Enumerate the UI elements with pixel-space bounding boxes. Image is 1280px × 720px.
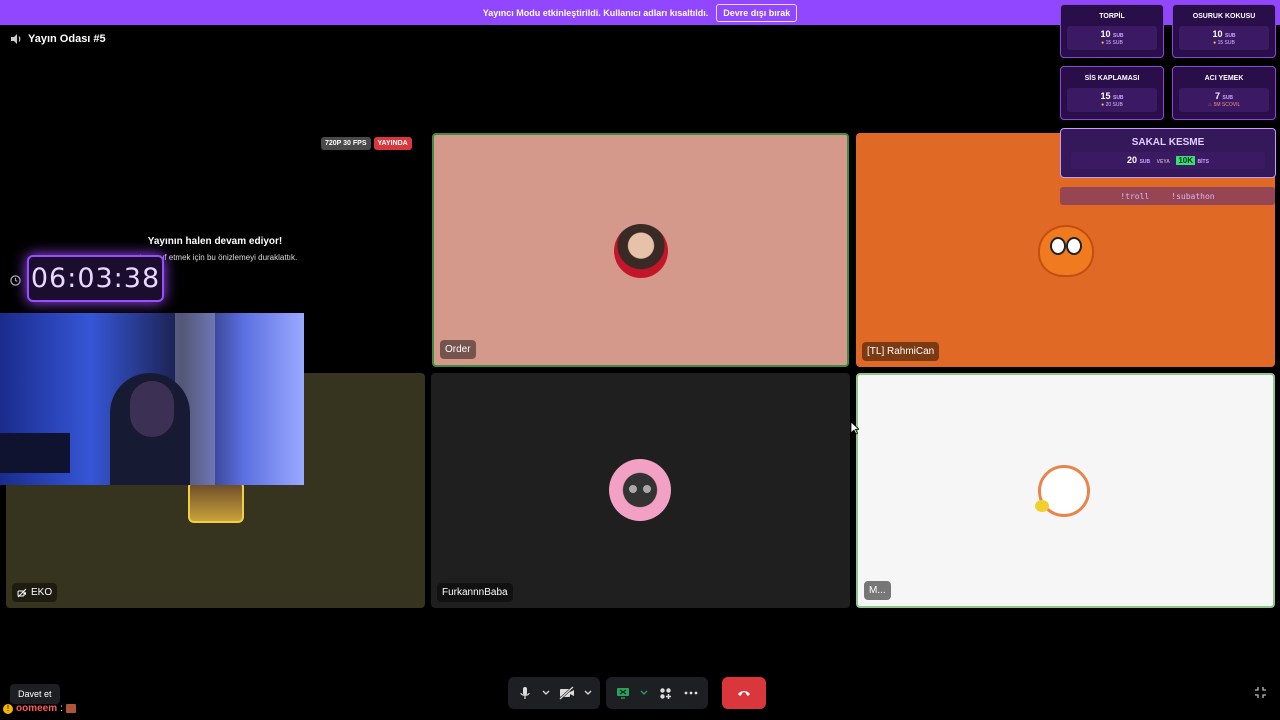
participant-name: EKO <box>12 583 58 602</box>
hang-up-icon <box>738 691 750 696</box>
reward-or: VEYA <box>1156 159 1170 165</box>
command-subathon: !subathon <box>1171 191 1215 201</box>
disable-streamer-mode-button[interactable]: Devre dışı bırak <box>716 3 798 22</box>
participant-tile-furkannnbaba[interactable]: FurkannnBaba <box>431 373 850 608</box>
reward-unit: SUB <box>1224 33 1236 39</box>
stream-badges: 720P 30 FPS YAYINDA <box>321 137 412 150</box>
activities-button[interactable] <box>654 682 676 704</box>
reward-unit: SUB <box>1112 33 1124 39</box>
chat-username: oomeem <box>16 703 58 714</box>
participant-name: Order <box>440 340 476 359</box>
reward-bits-value: 10K <box>1176 156 1196 165</box>
reward-title: ACI YEMEK <box>1204 75 1244 82</box>
reward-sakal-kesme: SAKAL KESME 20 SUB VEYA 10K BİTS <box>1060 128 1276 178</box>
reward-value: 10 <box>1100 29 1111 39</box>
mic-control <box>508 677 600 709</box>
screen-share-icon <box>617 688 629 699</box>
camera-options-button[interactable] <box>582 682 594 704</box>
reward-value: 15 <box>1100 91 1111 101</box>
chat-separator: : <box>60 703 63 714</box>
more-icon <box>684 691 698 695</box>
reward-alt: 20 SUB <box>1105 102 1123 108</box>
participant-name: FurkannnBaba <box>437 583 513 602</box>
microphone-icon <box>520 687 530 699</box>
fullscreen-exit-icon[interactable] <box>1254 686 1267 699</box>
activities-icon <box>659 687 671 699</box>
participant-name: M... <box>864 581 891 600</box>
reward-title: SAKAL KESME <box>1131 137 1205 148</box>
avatar <box>609 459 671 521</box>
share-options-button[interactable] <box>638 682 650 704</box>
reward-sis-kaplamasi: SİS KAPLAMASI 15 SUB ● 20 SUB <box>1060 66 1164 120</box>
avatar <box>1035 465 1090 517</box>
command-troll: !troll <box>1120 191 1150 201</box>
mic-options-button[interactable] <box>540 682 552 704</box>
mouse-cursor-icon <box>850 421 859 435</box>
invite-button[interactable]: Davet et <box>10 684 60 704</box>
speaker-icon <box>11 34 21 44</box>
screen-share-button[interactable] <box>612 682 634 704</box>
room-title: Yayın Odası #5 <box>28 33 106 45</box>
banner-text: Yayıncı Modu etkinleştirildi. Kullanıcı … <box>482 7 709 18</box>
participant-tile-m[interactable]: M... <box>856 373 1275 608</box>
more-options-button[interactable] <box>680 682 702 704</box>
chevron-down-icon <box>584 690 592 695</box>
reward-unit: SUB <box>1222 95 1234 101</box>
reward-value: 20 <box>1127 155 1138 165</box>
avatar <box>614 224 668 278</box>
reward-alt: 15 SUB <box>1217 40 1235 46</box>
reward-osuruk-kokusu: OSURUK KOKUSU 10 SUB ● 15 SUB <box>1172 4 1276 58</box>
reward-alt: 15 SUB <box>1105 40 1123 46</box>
avatar <box>188 481 244 523</box>
camera-button[interactable] <box>556 682 578 704</box>
emote-icon <box>65 704 76 713</box>
reward-unit: SUB <box>1139 159 1151 165</box>
hangup-button[interactable] <box>722 677 766 709</box>
call-controls <box>508 677 766 709</box>
participant-tile-order[interactable]: Order <box>432 133 849 367</box>
command-bar: !troll !subathon <box>1060 187 1275 205</box>
microphone-button[interactable] <box>514 682 536 704</box>
reward-torpil: TORPİL 10 SUB ● 15 SUB <box>1060 4 1164 58</box>
reward-aci-yemek: ACI YEMEK 7 SUB ♨ 5M SCOVIL <box>1172 66 1276 120</box>
reward-unit: SUB <box>1112 95 1124 101</box>
share-control <box>606 677 708 709</box>
avatar <box>1038 225 1094 277</box>
camera-off-icon <box>559 686 574 700</box>
reward-bits-unit: BİTS <box>1197 159 1209 165</box>
chevron-down-icon <box>542 690 550 695</box>
room-header: Yayın Odası #5 <box>10 33 106 45</box>
stream-timer: 06:03:38 <box>27 255 164 302</box>
reward-title: SİS KAPLAMASI <box>1084 75 1140 82</box>
participant-name-text: EKO <box>31 587 53 598</box>
quality-badge: 720P 30 FPS <box>321 137 371 150</box>
chevron-down-icon <box>640 690 648 695</box>
camera-off-icon <box>17 588 27 597</box>
reward-value: 10 <box>1212 29 1223 39</box>
reward-alt: 5M SCOVIL <box>1213 102 1241 108</box>
participant-name: [TL] RahmiCan <box>862 342 940 361</box>
streamer-webcam-overlay <box>0 313 304 485</box>
paused-title: Yayının halen devam ediyor! <box>147 236 283 247</box>
live-badge: YAYINDA <box>373 137 412 150</box>
reward-title: TORPİL <box>1099 13 1125 20</box>
reward-value: 7 <box>1214 91 1220 101</box>
chat-ticker: ! oomeem : <box>3 703 76 714</box>
reward-title: OSURUK KOKUSU <box>1192 13 1256 20</box>
clock-icon <box>10 275 21 286</box>
alert-icon: ! <box>3 703 13 714</box>
